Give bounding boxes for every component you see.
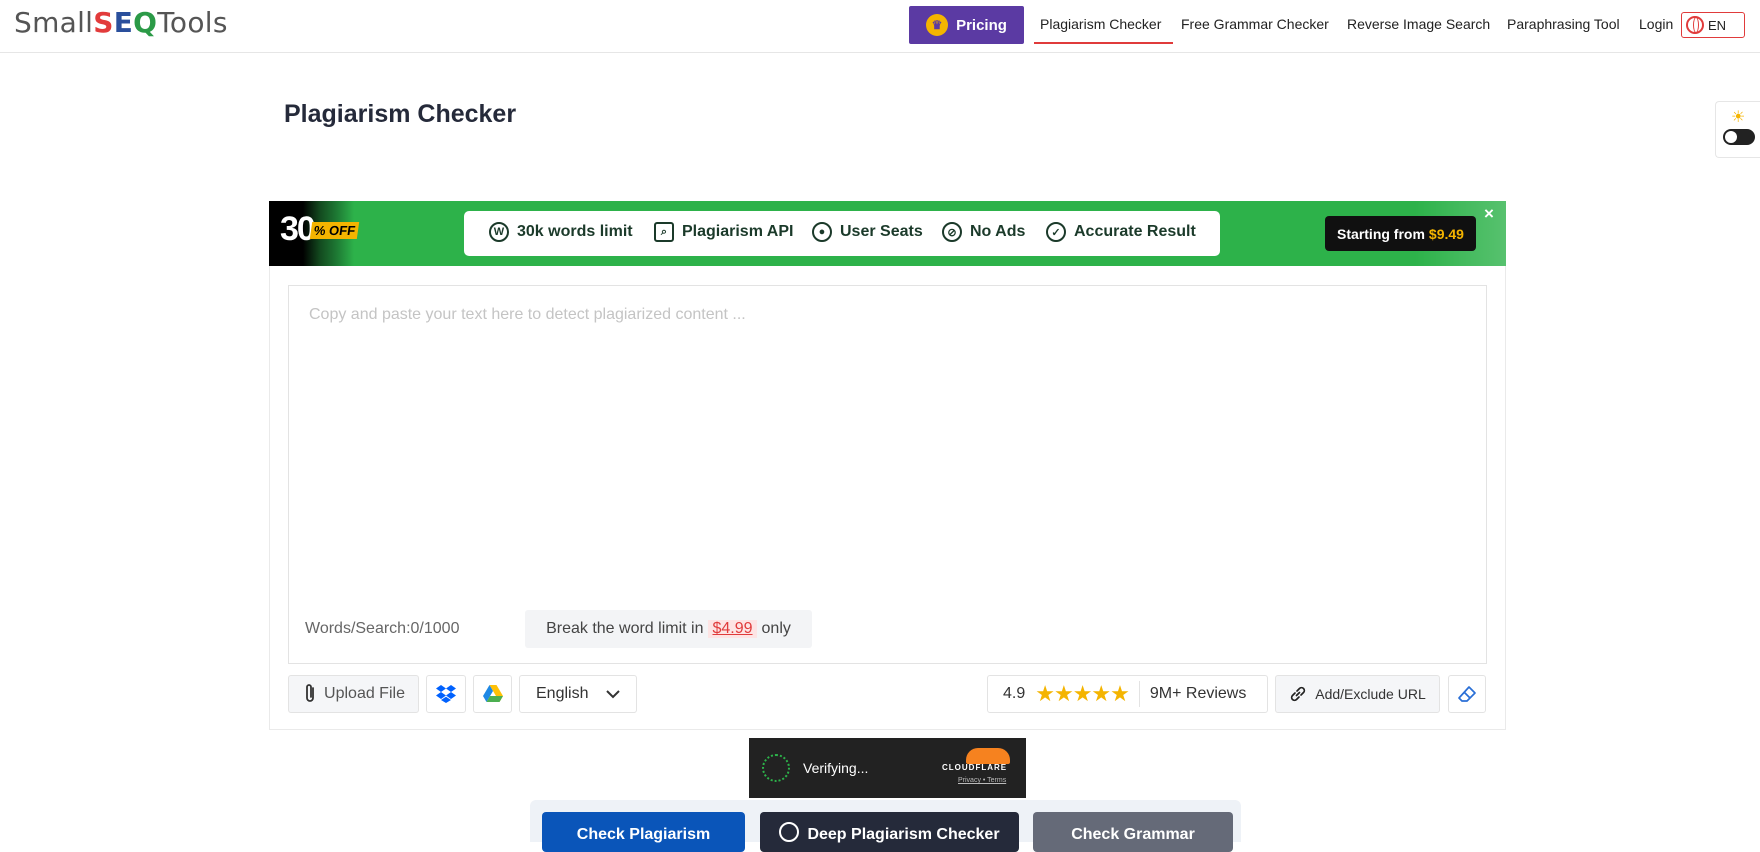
verification-status: Verifying... bbox=[803, 760, 869, 776]
check-grammar-button[interactable]: Check Grammar bbox=[1033, 812, 1233, 852]
eraser-icon bbox=[1458, 686, 1476, 702]
active-nav-indicator bbox=[1034, 42, 1173, 44]
feature-item: ● User Seats bbox=[812, 222, 923, 242]
word-limit-upsell: Break the word limit in $4.99 only bbox=[525, 610, 812, 648]
nav-paraphrasing-tool[interactable]: Paraphrasing Tool bbox=[1507, 16, 1620, 32]
w-circle-icon: W bbox=[489, 222, 509, 242]
nav-login[interactable]: Login bbox=[1639, 16, 1673, 32]
site-header bbox=[0, 0, 1760, 53]
feature-item: ⌕ Plagiarism API bbox=[654, 222, 793, 242]
toggle-knob bbox=[1725, 131, 1737, 143]
language-dropdown[interactable]: English bbox=[519, 675, 637, 713]
crown-icon: ♛ bbox=[926, 14, 949, 36]
rating-score: 4.9 bbox=[1003, 685, 1026, 702]
site-logo[interactable]: SmallSEQTools bbox=[14, 6, 228, 39]
globe-icon bbox=[1686, 16, 1704, 34]
check-circle-icon: ✓ bbox=[1046, 222, 1066, 242]
page-title: Plagiarism Checker bbox=[284, 100, 517, 128]
discount-number: 30 bbox=[280, 210, 316, 248]
upload-file-button[interactable]: Upload File bbox=[288, 675, 419, 713]
link-icon bbox=[1291, 686, 1306, 702]
google-drive-button[interactable] bbox=[473, 675, 512, 713]
word-counter: Words/Search:0/1000 bbox=[305, 620, 460, 637]
cloudflare-links[interactable]: Privacy • Terms bbox=[958, 777, 1006, 784]
star-rating-icon: ★★★★★ bbox=[1035, 681, 1130, 706]
upsell-price-link[interactable]: $4.99 bbox=[708, 620, 757, 638]
feature-item: W 30k words limit bbox=[489, 222, 633, 242]
google-drive-icon bbox=[482, 685, 503, 702]
ring-icon bbox=[779, 822, 800, 842]
dropbox-icon bbox=[436, 685, 456, 703]
nav-free-grammar-checker[interactable]: Free Grammar Checker bbox=[1181, 16, 1329, 32]
language-selector[interactable]: EN bbox=[1681, 12, 1745, 38]
pricing-button[interactable]: ♛ Pricing bbox=[909, 6, 1024, 44]
close-icon[interactable]: × bbox=[1484, 204, 1494, 224]
text-placeholder: Copy and paste your text here to detect … bbox=[309, 306, 746, 323]
feature-item: ⊘ No Ads bbox=[942, 222, 1025, 242]
user-circle-icon: ● bbox=[812, 222, 832, 242]
dropbox-button[interactable] bbox=[426, 675, 466, 713]
discount-tag: % OFF bbox=[309, 222, 360, 239]
cloudflare-cloud-icon bbox=[966, 748, 1010, 764]
language-code: EN bbox=[1708, 17, 1727, 33]
cloudflare-logo: CLOUDFLARE bbox=[942, 763, 1008, 772]
starting-price-button[interactable]: Starting from $9.49 bbox=[1325, 216, 1476, 251]
nav-plagiarism-checker[interactable]: Plagiarism Checker bbox=[1040, 16, 1161, 32]
nav-reverse-image-search[interactable]: Reverse Image Search bbox=[1347, 16, 1490, 32]
clear-text-button[interactable] bbox=[1448, 675, 1486, 713]
document-search-icon: ⌕ bbox=[654, 222, 674, 242]
chevron-down-icon bbox=[606, 689, 620, 698]
feature-item: ✓ Accurate Result bbox=[1046, 222, 1196, 242]
deep-plagiarism-checker-button[interactable]: Deep Plagiarism Checker bbox=[760, 812, 1019, 852]
no-ads-icon: ⊘ bbox=[942, 222, 962, 242]
divider bbox=[1138, 681, 1140, 707]
review-count: 9M+ Reviews bbox=[1149, 685, 1247, 702]
pricing-label: Pricing bbox=[956, 16, 1007, 34]
add-exclude-url-button[interactable]: Add/Exclude URL bbox=[1275, 675, 1440, 713]
check-plagiarism-button[interactable]: Check Plagiarism bbox=[542, 812, 745, 852]
loading-spinner-icon bbox=[762, 754, 790, 782]
paperclip-icon bbox=[306, 684, 314, 702]
sun-icon: ☀ bbox=[1731, 109, 1746, 126]
rating-widget: 4.9 ★★★★★ 9M+ Reviews bbox=[987, 675, 1268, 713]
text-input-area[interactable] bbox=[288, 285, 1487, 664]
